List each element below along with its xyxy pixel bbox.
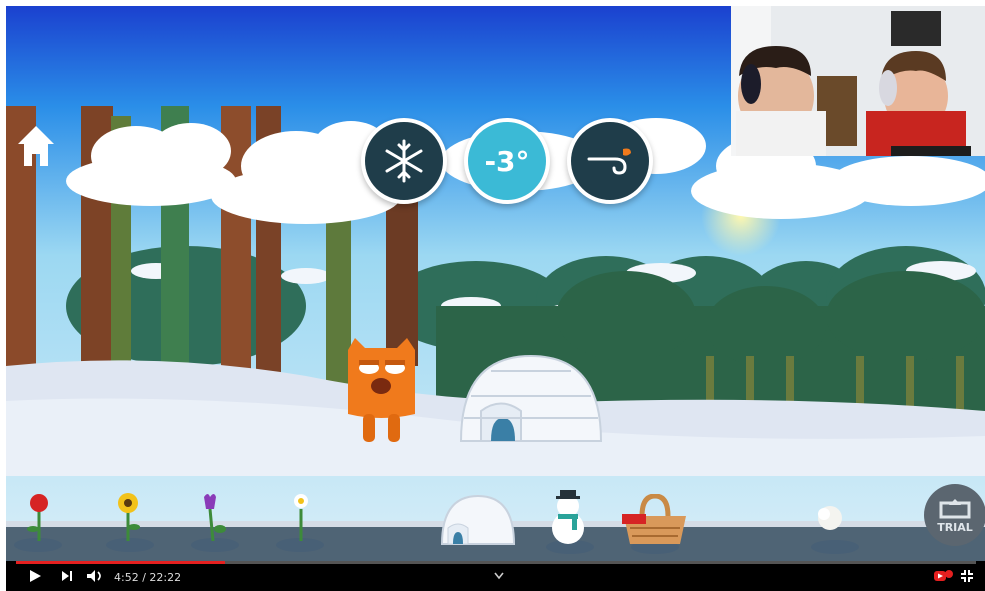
video-frame: -3° TRIAL 4:52 / 22:22 [6, 6, 985, 591]
igloo-item[interactable] [440, 494, 516, 546]
item-tray [6, 476, 985, 561]
snowman-item[interactable] [546, 486, 590, 546]
purple-tulip-item[interactable] [198, 491, 228, 541]
wind-button[interactable] [567, 118, 653, 204]
sunflower-item[interactable] [113, 491, 143, 541]
webcam-overlay [731, 6, 985, 156]
webcam-feed [731, 6, 985, 156]
screen-share-icon [939, 498, 971, 518]
progress-fill [16, 561, 226, 564]
snowflake-icon [385, 139, 423, 183]
exit-fullscreen-icon[interactable] [960, 569, 974, 583]
home-icon[interactable] [16, 124, 56, 168]
play-icon[interactable] [28, 569, 42, 583]
chevron-down-icon[interactable] [494, 572, 504, 580]
trial-label: TRIAL [937, 520, 973, 534]
temperature-button[interactable]: -3° [464, 118, 550, 204]
time-display: 4:52 / 22:22 [114, 571, 182, 584]
temperature-value: -3° [484, 144, 530, 178]
weather-snow-button[interactable] [361, 118, 447, 204]
progress-bar[interactable] [16, 561, 976, 564]
picnic-basket-item[interactable] [620, 494, 690, 546]
volume-icon[interactable] [86, 569, 104, 583]
next-icon[interactable] [60, 569, 74, 583]
snowball-item[interactable] [814, 504, 846, 532]
wind-icon [587, 148, 631, 175]
subscribe-badge-icon[interactable] [932, 569, 954, 583]
trial-button[interactable]: TRIAL [924, 484, 985, 546]
red-flower-item[interactable] [24, 491, 54, 541]
white-daisy-item[interactable] [286, 491, 316, 541]
